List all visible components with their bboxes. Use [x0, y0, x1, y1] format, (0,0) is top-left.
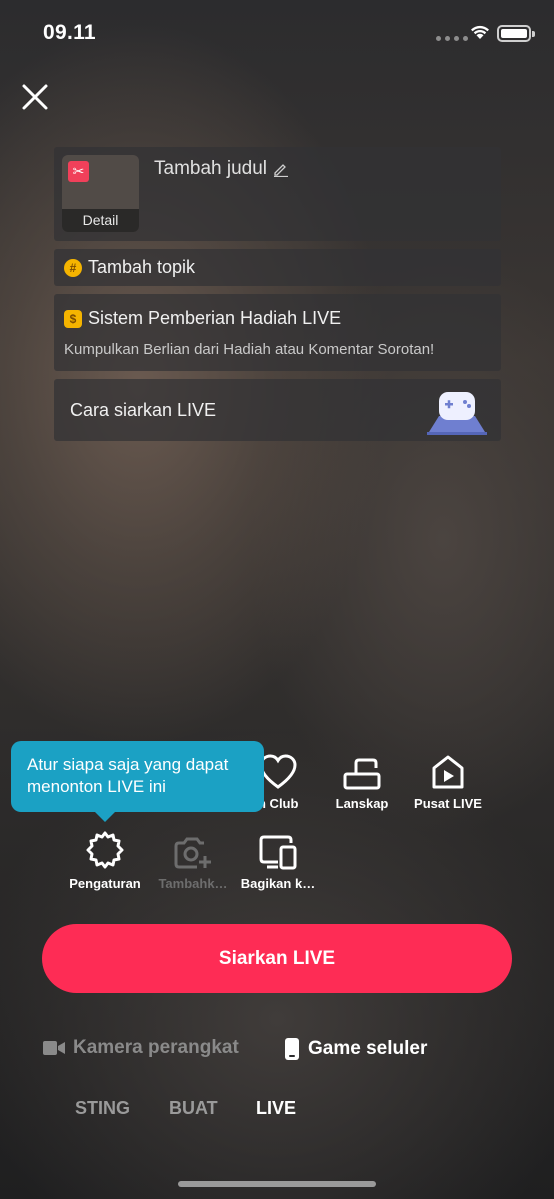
gear-icon	[86, 831, 124, 869]
mode-tabs: STING BUAT LIVE	[0, 1098, 554, 1126]
home-indicator	[178, 1181, 376, 1187]
scissors-icon: ✂	[68, 161, 89, 182]
title-card: ✂ Detail Tambah judul	[54, 147, 501, 241]
landscape-label: Lanskap	[335, 796, 389, 811]
coin-icon: $	[64, 309, 82, 328]
landscape-tool[interactable]: Lanskap	[317, 750, 407, 811]
status-bar: 09.11	[0, 0, 554, 66]
heart-icon	[259, 754, 297, 789]
landscape-icon	[343, 758, 381, 790]
title-placeholder: Tambah judul	[154, 158, 268, 179]
mobile-game-option[interactable]: Game seluler	[284, 1037, 427, 1061]
share-label: Bagikan k…	[240, 876, 316, 891]
live-center-tool[interactable]: Pusat LIVE	[403, 750, 493, 811]
live-center-icon	[432, 755, 464, 789]
wifi-icon	[471, 25, 489, 39]
settings-tool[interactable]: Pengaturan	[60, 830, 150, 891]
device-camera-label: Kamera perangkat	[73, 1037, 239, 1058]
share-screen-tool[interactable]: Bagikan k…	[233, 830, 323, 891]
fan-club-label: n Club	[258, 796, 299, 811]
add-camera-tool[interactable]: Tambahk…	[148, 830, 238, 891]
device-camera-option[interactable]: Kamera perangkat	[43, 1037, 239, 1059]
battery-icon	[497, 25, 535, 42]
signal-icon	[436, 36, 468, 41]
settings-label: Pengaturan	[69, 876, 141, 891]
tooltip-text: Atur siapa saja yang dapat menonton LIVE…	[27, 755, 229, 796]
topic-row[interactable]: # Tambah topik	[54, 249, 501, 286]
live-center-label: Pusat LIVE	[414, 796, 482, 811]
gift-system-row[interactable]: $ Sistem Pemberian Hadiah LIVE Kumpulkan…	[54, 294, 501, 371]
tab-live[interactable]: LIVE	[256, 1098, 296, 1119]
how-to-label: Cara siarkan LIVE	[70, 400, 217, 420]
game-controller-icon	[427, 392, 487, 435]
pencil-icon	[274, 164, 289, 177]
camera-add-icon	[174, 837, 211, 869]
close-icon[interactable]	[20, 82, 50, 112]
gift-title: Sistem Pemberian Hadiah LIVE	[88, 308, 342, 328]
title-input[interactable]: Tambah judul	[154, 158, 289, 180]
video-camera-icon	[43, 1041, 65, 1055]
cover-thumbnail[interactable]: ✂ Detail	[62, 155, 139, 232]
how-to-live-row[interactable]: Cara siarkan LIVE	[54, 379, 501, 441]
add-camera-label: Tambahk…	[158, 876, 228, 891]
mobile-game-label: Game seluler	[308, 1038, 428, 1059]
devices-icon	[259, 835, 297, 870]
go-live-button[interactable]: Siarkan LIVE	[42, 924, 512, 993]
thumbnail-detail-label: Detail	[62, 209, 139, 232]
topic-label: Tambah topik	[88, 257, 196, 277]
phone-icon	[285, 1038, 299, 1060]
hashtag-icon: #	[64, 258, 82, 277]
privacy-tooltip: Atur siapa saja yang dapat menonton LIVE…	[11, 741, 264, 822]
tab-create[interactable]: BUAT	[169, 1098, 218, 1119]
tab-posting[interactable]: STING	[75, 1098, 130, 1119]
gift-subtitle: Kumpulkan Berlian dari Hadiah atau Komen…	[64, 341, 435, 358]
status-time: 09.11	[43, 21, 96, 44]
